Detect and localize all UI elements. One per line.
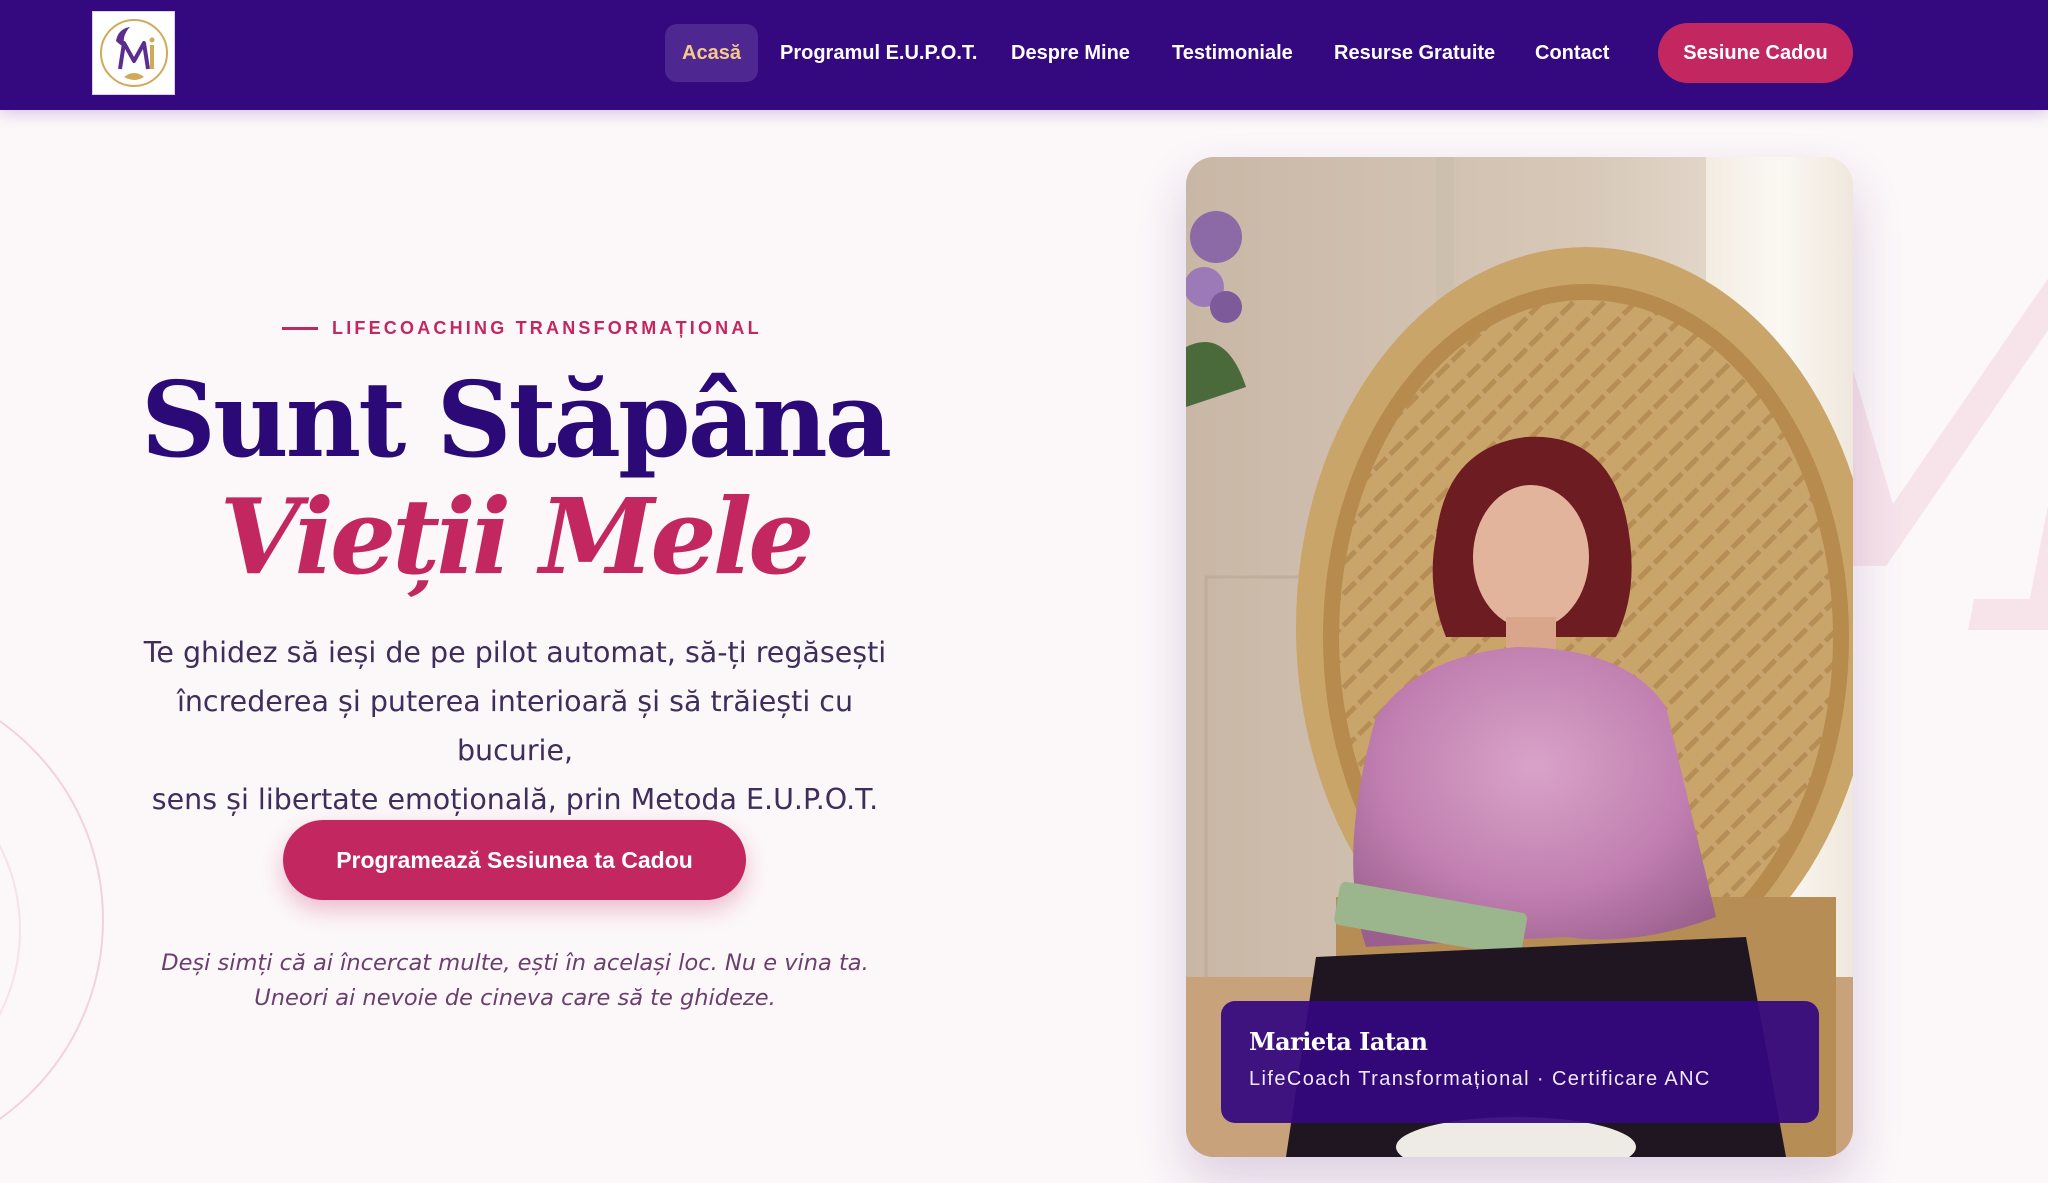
hero-note: Deși simți că ai încercat multe, ești în… [140,946,890,1016]
coach-name: Marieta Iatan [1249,1027,1428,1056]
hero-description-line: Te ghidez să ieși de pe pilot automat, s… [143,636,887,669]
top-navbar: Acasă Programul E.U.P.O.T. Despre Mine T… [0,0,2048,110]
coach-caption: Marieta Iatan LifeCoach Transformațional… [1221,1001,1819,1123]
nav-item-despre-mine[interactable]: Despre Mine [1011,24,1130,82]
nav-item-testimoniale[interactable]: Testimoniale [1172,24,1293,82]
coach-portrait-card: Marieta Iatan LifeCoach Transformațional… [1186,157,1853,1157]
hero-description: Te ghidez să ieși de pe pilot automat, s… [140,628,890,824]
hero-eyebrow: LIFECOACHING TRANSFORMAȚIONAL [282,316,762,340]
hero-note-line: Uneori ai nevoie de cineva care să te gh… [254,985,776,1011]
schedule-gift-session-button[interactable]: Programează Sesiunea ta Cadou [283,820,746,900]
nav-item-resurse-gratuite[interactable]: Resurse Gratuite [1334,24,1495,82]
gift-session-button[interactable]: Sesiune Cadou [1658,23,1853,83]
nav-item-programul[interactable]: Programul E.U.P.O.T. [780,24,977,82]
hero-note-line: Deși simți că ai încercat multe, ești în… [161,950,869,976]
hero-title-line2: Vieții Mele [219,475,815,598]
hero-description-line: sens și libertate emoțională, prin Metod… [151,783,879,816]
eyebrow-text: LIFECOACHING TRANSFORMAȚIONAL [332,317,762,338]
hero-title-line1: Sunt Stăpâna [140,358,892,481]
eyebrow-line [282,326,318,330]
hero-description-line: încrederea și puterea interioară și să t… [176,685,854,767]
logo-monogram-icon [99,19,168,87]
coach-role: LifeCoach Transformațional · Certificare… [1249,1068,1711,1090]
nav-item-acasa[interactable]: Acasă [665,24,758,82]
nav-item-contact[interactable]: Contact [1535,24,1609,82]
brand-logo[interactable] [92,11,175,95]
